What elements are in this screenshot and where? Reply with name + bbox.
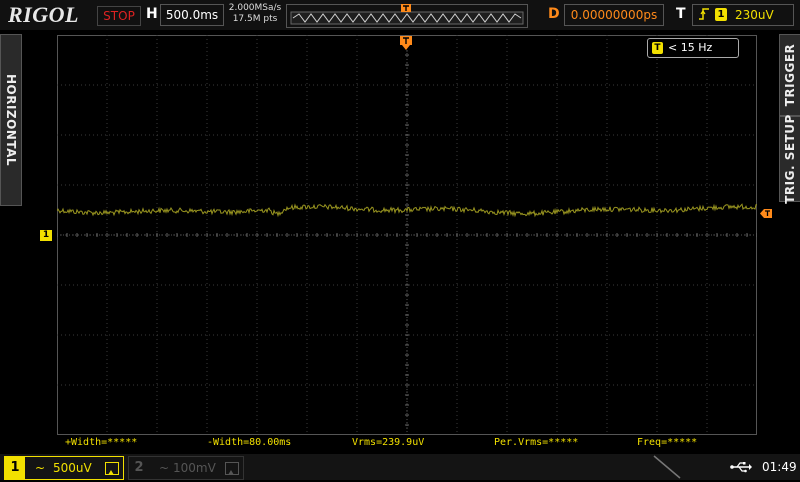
ch1-offset-marker[interactable]: 1 [40,230,52,241]
brand-logo: RIGOL [8,2,79,27]
tab-trigger[interactable]: TRIGGER [779,34,800,116]
trigger-badge-icon: T [652,42,663,54]
waveform-display[interactable] [57,35,757,435]
trigger-settings-box[interactable]: 1 230uV [692,4,794,26]
panel-corner-icon [653,455,681,479]
trigger-frequency-readout: T < 15 Hz [647,38,739,58]
trigger-frequency-text: < 15 Hz [668,41,713,54]
measurement-neg-width[interactable]: -Width=80.00ms [207,436,291,450]
trigger-source-badge: 1 [715,8,727,21]
tab-horizontal[interactable]: HORIZONTAL [0,34,22,206]
rising-edge-icon [699,8,709,20]
ch2-coupling-icon: ~ [159,461,170,475]
timebase-value[interactable]: 500.0ms [160,4,224,26]
bottom-channel-bar: 1 ~ 500uV 2 ~ 100mV 01:49 [0,454,800,480]
horizontal-delay-value[interactable]: 0.00000000ps [564,4,664,26]
trigger-label: T [676,6,686,22]
measurement-per-vrms[interactable]: Per.Vrms=***** [494,436,578,450]
acquisition-info: 2.000MSa/s 17.5M pts [228,3,282,25]
top-status-bar: RIGOL STOP H 500.0ms 2.000MSa/s 17.5M pt… [0,0,800,30]
tab-trig-setup-label: TRIG. SETUP [783,114,797,204]
delay-label: D [548,6,560,22]
run-stop-status[interactable]: STOP [97,6,141,26]
horizontal-label: H [146,6,158,22]
ch2-vertical-scale: 100mV [173,461,216,475]
system-clock: 01:49 [762,460,797,474]
trigger-level-marker-icon[interactable] [760,209,772,218]
measurement-vrms[interactable]: Vrms=239.9uV [352,436,424,450]
trigger-position-top-icon [401,4,411,12]
sample-rate: 2.000MSa/s [228,3,282,13]
ch1-bandwidth-limit-icon [105,462,119,475]
ch2-number: 2 [134,460,144,475]
ch2-bandwidth-limit-icon [225,462,239,475]
ch1-coupling-icon: ~ [35,461,46,475]
tab-trigger-label: TRIGGER [783,43,797,107]
tab-trig-setup[interactable]: TRIG. SETUP [779,114,800,204]
ch1-number: 1 [5,457,25,479]
trigger-level-value: 230uV [735,8,774,22]
measurement-pos-width[interactable]: +Width=***** [65,436,137,450]
usb-icon [730,462,752,473]
ch1-settings[interactable]: 1 ~ 500uV [4,456,124,480]
measurement-freq[interactable]: Freq=***** [637,436,697,450]
graticule [57,35,757,435]
ch1-vertical-scale: 500uV [53,461,92,475]
trigger-position-marker-icon[interactable] [400,36,412,50]
ch2-settings[interactable]: 2 ~ 100mV [128,456,244,480]
memory-depth: 17.5M pts [232,14,278,24]
tab-horizontal-label: HORIZONTAL [4,73,18,167]
measurement-bar: +Width=***** -Width=80.00ms Vrms=239.9uV… [57,436,757,450]
